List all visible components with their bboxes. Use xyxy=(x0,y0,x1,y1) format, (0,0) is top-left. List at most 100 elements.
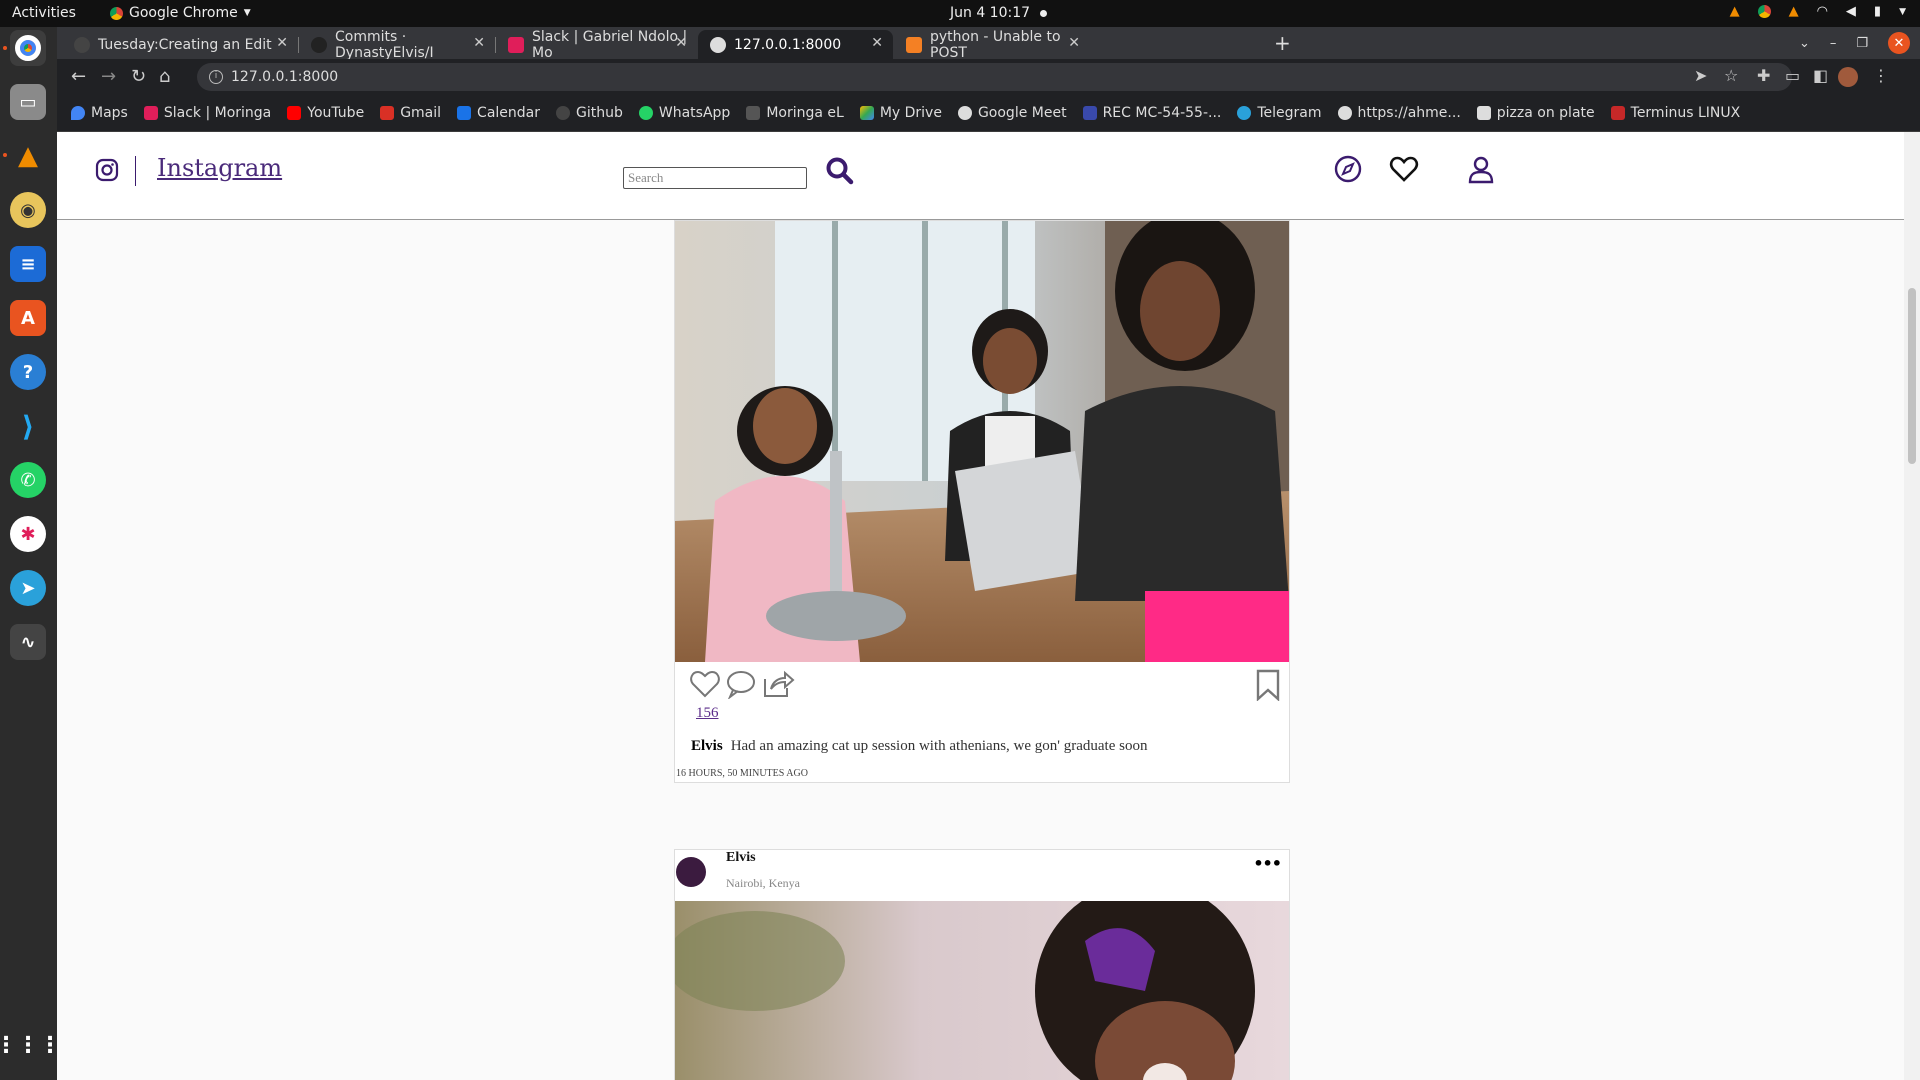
moringa-icon xyxy=(746,106,761,120)
vlc-tray-icon[interactable]: ▲ xyxy=(1730,4,1740,19)
bookmark-item[interactable]: https://ahme... xyxy=(1337,105,1461,121)
caption-username[interactable]: Elvis xyxy=(691,738,723,754)
address-bar[interactable]: i 127.0.0.1:8000 xyxy=(197,63,1792,91)
clock-text: Jun 4 10:17 xyxy=(950,5,1031,21)
close-icon[interactable]: ✕ xyxy=(1068,35,1080,51)
reload-icon[interactable]: ↻ xyxy=(131,66,146,87)
site-info-icon[interactable]: i xyxy=(209,70,223,84)
comment-icon[interactable] xyxy=(725,669,757,699)
instagram-icon[interactable] xyxy=(95,158,119,182)
star-icon[interactable]: ☆ xyxy=(1724,66,1738,85)
profile-avatar[interactable] xyxy=(1838,67,1858,87)
send-icon[interactable]: ➤ xyxy=(1694,66,1707,85)
close-window-button[interactable]: ✕ xyxy=(1888,32,1910,54)
bookmark-item[interactable]: Moringa eL xyxy=(746,105,844,121)
app-grid-icon[interactable]: ⋮⋮⋮ xyxy=(0,1027,61,1063)
writer-icon[interactable]: ≡ xyxy=(10,246,46,282)
bookmark-item[interactable]: Maps xyxy=(71,105,128,121)
browser-toolbar: ← → ↻ ⌂ i 127.0.0.1:8000 ➤ ☆ ✚ ▭ ◧ ⋮ xyxy=(57,59,1920,95)
help-icon[interactable]: ? xyxy=(10,354,46,390)
forward-icon[interactable]: → xyxy=(101,66,116,87)
bookmark-item[interactable]: Terminus LINUX xyxy=(1610,105,1740,121)
bookmark-item[interactable]: Telegram xyxy=(1237,105,1322,121)
side-panel-icon[interactable]: ◧ xyxy=(1813,66,1828,85)
chrome-icon[interactable] xyxy=(10,30,46,66)
search-icon[interactable] xyxy=(825,156,855,186)
cast-icon[interactable]: ▭ xyxy=(1785,66,1800,85)
like-icon[interactable] xyxy=(689,669,721,699)
bookmark-item[interactable]: WhatsApp xyxy=(638,105,731,121)
bookmark-item[interactable]: Google Meet xyxy=(957,105,1067,121)
chrome-tray-icon[interactable] xyxy=(1757,5,1771,18)
whatsapp-icon xyxy=(638,106,653,120)
minimize-button[interactable]: – xyxy=(1830,36,1837,51)
bookmark-item[interactable]: Calendar xyxy=(457,105,540,121)
bookmark-label: Maps xyxy=(91,105,128,121)
github-icon xyxy=(556,106,570,120)
post-image[interactable] xyxy=(675,221,1289,662)
scrollbar-thumb[interactable] xyxy=(1908,288,1916,464)
tab[interactable]: Tuesday:Creating an Edit ✕ xyxy=(62,30,299,59)
more-options-icon[interactable]: ••• xyxy=(1253,854,1282,873)
tab-active[interactable]: 127.0.0.1:8000 ✕ xyxy=(698,30,893,59)
compass-icon[interactable] xyxy=(1333,154,1363,184)
close-icon[interactable]: ✕ xyxy=(473,35,485,51)
bookmark-item[interactable]: Github xyxy=(556,105,623,121)
rhythmbox-icon[interactable]: ◉ xyxy=(10,192,46,228)
brand-link[interactable]: Instagram xyxy=(157,154,282,182)
post-location: Nairobi, Kenya xyxy=(726,876,800,890)
heart-icon[interactable] xyxy=(1389,154,1419,184)
software-center-icon[interactable]: A xyxy=(10,300,46,336)
vscode-icon[interactable]: ⟩ xyxy=(10,408,46,444)
tab[interactable]: python - Unable to POST ✕ xyxy=(894,29,1090,61)
page-scrollbar[interactable] xyxy=(1904,132,1920,1080)
browser-window-chrome: Tuesday:Creating an Edit ✕ Commits · Dyn… xyxy=(57,27,1920,132)
post-username[interactable]: Elvis xyxy=(726,850,756,866)
bookmark-item[interactable]: REC MC-54-55-... xyxy=(1082,105,1221,121)
system-monitor-icon[interactable]: ∿ xyxy=(10,624,46,660)
app-menu[interactable]: Google Chrome ▼ xyxy=(110,5,251,21)
maps-icon xyxy=(71,106,85,120)
slack-icon xyxy=(143,106,158,120)
post-image[interactable] xyxy=(675,901,1289,1080)
new-tab-button[interactable]: + xyxy=(1274,31,1291,55)
files-icon[interactable]: ▭ xyxy=(10,84,46,120)
extensions-icon[interactable]: ✚ xyxy=(1757,66,1770,85)
vlc-icon[interactable]: ▲ xyxy=(10,138,46,174)
home-icon[interactable]: ⌂ xyxy=(159,66,170,87)
chevron-down-icon[interactable]: ▼ xyxy=(1899,7,1906,17)
whatsapp-icon[interactable]: ✆ xyxy=(10,462,46,498)
close-icon[interactable]: ✕ xyxy=(675,35,687,51)
share-icon[interactable] xyxy=(761,669,795,699)
avatar[interactable] xyxy=(676,857,706,887)
volume-icon[interactable]: ◀ xyxy=(1846,4,1856,19)
wifi-icon[interactable]: ◠ xyxy=(1817,4,1828,19)
bookmark-label: Telegram xyxy=(1257,105,1322,121)
maximize-button[interactable]: ❐ xyxy=(1856,36,1868,51)
bookmark-icon[interactable] xyxy=(1255,669,1281,701)
bookmark-item[interactable]: YouTube xyxy=(287,105,364,121)
system-tray[interactable]: ▲ ▲ ◠ ◀ ▮ ▼ xyxy=(1730,4,1906,19)
menu-icon[interactable]: ⋮ xyxy=(1873,66,1889,85)
user-icon[interactable] xyxy=(1466,154,1496,184)
bookmark-item[interactable]: pizza on plate xyxy=(1476,105,1595,121)
telegram-icon[interactable]: ➤ xyxy=(10,570,46,606)
likes-count[interactable]: 156 xyxy=(696,705,719,722)
bookmark-label: https://ahme... xyxy=(1357,105,1461,121)
tab[interactable]: Commits · DynastyElvis/I ✕ xyxy=(299,29,496,61)
slack-icon[interactable]: ✱ xyxy=(10,516,46,552)
back-icon[interactable]: ← xyxy=(71,66,86,87)
vlc-tray-icon-2[interactable]: ▲ xyxy=(1789,4,1799,19)
activities-button[interactable]: Activities xyxy=(12,5,76,21)
close-icon[interactable]: ✕ xyxy=(871,35,883,51)
clock[interactable]: Jun 4 10:17 xyxy=(950,5,1048,21)
search-input[interactable]: Search xyxy=(623,167,807,189)
tab-search-icon[interactable]: ⌄ xyxy=(1799,36,1810,51)
battery-icon[interactable]: ▮ xyxy=(1874,4,1881,19)
bookmark-item[interactable]: Slack | Moringa xyxy=(143,105,271,121)
tab[interactable]: Slack | Gabriel Ndolo | Mo ✕ xyxy=(496,29,697,61)
close-icon[interactable]: ✕ xyxy=(276,35,288,51)
bookmark-item[interactable]: Gmail xyxy=(380,105,441,121)
bookmark-label: WhatsApp xyxy=(658,105,731,121)
bookmark-item[interactable]: My Drive xyxy=(859,105,942,121)
